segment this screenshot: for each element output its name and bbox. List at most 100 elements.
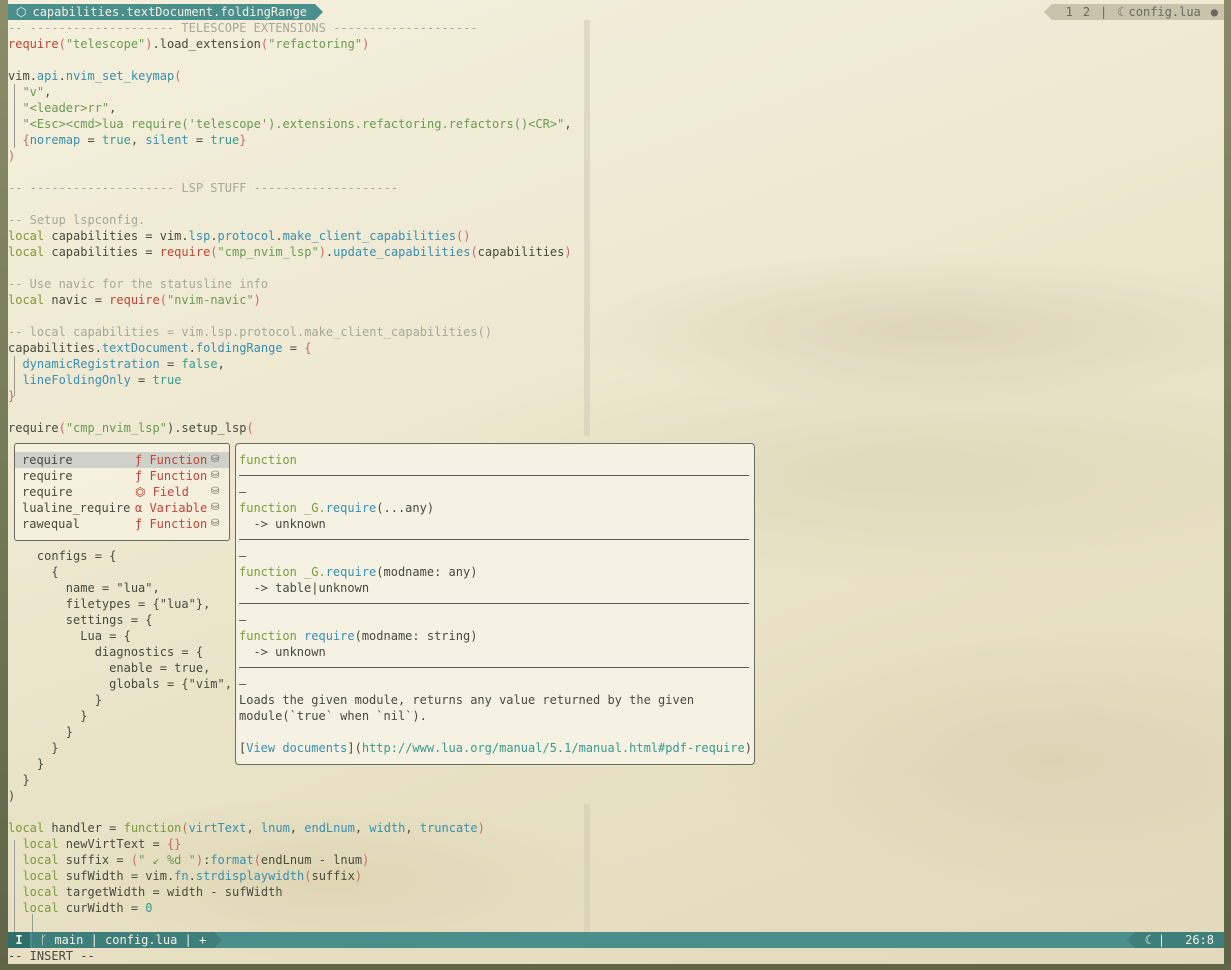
code-line[interactable]: local curWidth = 0 xyxy=(8,900,152,916)
database-icon: ⛁ xyxy=(211,518,220,529)
doc-separator xyxy=(239,539,749,540)
completion-kind: ƒ Function xyxy=(135,452,217,468)
code-token: , xyxy=(109,101,117,115)
code-line[interactable]: local sufWidth = vim.fn.strdisplaywidth(… xyxy=(8,868,362,884)
status-filename: config.lua xyxy=(105,933,178,947)
winbar: ⬡ capabilities.textDocument.foldingRange… xyxy=(8,4,1224,20)
completion-item[interactable]: require ƒ Function ⛁ xyxy=(15,468,229,484)
winbar-separator: | xyxy=(1100,5,1108,19)
code-token: local xyxy=(22,837,59,851)
code-line[interactable]: } xyxy=(8,708,87,724)
code-line[interactable]: local suffix = (" ↙ %d "):format(endLnum… xyxy=(8,852,369,868)
code-line[interactable]: -- -------------------- TELESCOPE EXTENS… xyxy=(8,20,478,36)
tab-2[interactable]: 2 xyxy=(1083,4,1090,20)
code-token: "telescope" xyxy=(65,37,146,51)
statusline: I ᚴ main | config.lua | + ☾ | 26:8 xyxy=(8,932,1224,948)
code-line[interactable]: local newVirtText = {} xyxy=(8,836,181,852)
code-line[interactable]: local handler = function(virtText, lnum,… xyxy=(8,820,485,836)
code-line[interactable]: local capabilities = require("cmp_nvim_l… xyxy=(8,244,572,260)
code-token: lsp xyxy=(188,229,211,243)
code-line[interactable]: capabilities.textDocument.foldingRange =… xyxy=(8,340,311,356)
code-token: -- Setup lspconfig. xyxy=(8,213,146,227)
code-token: fn xyxy=(174,869,189,883)
tab-1[interactable]: 1 xyxy=(1066,4,1073,20)
code-token: ) xyxy=(362,37,370,51)
code-line[interactable]: -- local capabilities = vim.lsp.protocol… xyxy=(8,324,492,340)
code-token: dynamicRegistration xyxy=(22,357,160,371)
code-line[interactable]: -- -------------------- LSP STUFF ------… xyxy=(8,180,398,196)
code-line[interactable]: lineFoldingOnly = true xyxy=(8,372,181,388)
code-token: local xyxy=(22,869,59,883)
code-token: -- -------------------- TELESCOPE EXTENS… xyxy=(8,21,478,35)
code-token: . xyxy=(210,229,218,243)
code-token: , xyxy=(44,85,52,99)
code-line[interactable]: } xyxy=(8,740,59,756)
completion-item[interactable]: rawequal ƒ Function ⛁ xyxy=(15,516,229,532)
code-line[interactable]: diagnostics = { xyxy=(8,644,203,660)
completion-item[interactable]: require ⏣ Field ⛁ xyxy=(15,484,229,500)
code-line[interactable]: {noremap = true, silent = true} xyxy=(8,132,246,148)
code-token: capabilities = xyxy=(44,245,160,259)
code-line[interactable]: } xyxy=(8,772,29,788)
status-separator: | xyxy=(184,933,192,947)
code-token: lineFoldingOnly xyxy=(22,373,131,387)
code-line[interactable]: { xyxy=(8,564,58,580)
code-line[interactable]: "v", xyxy=(8,84,51,100)
code-line[interactable]: } xyxy=(8,756,44,772)
code-line[interactable]: "<leader>rr", xyxy=(8,100,116,116)
code-token: strdisplaywidth xyxy=(195,869,305,883)
code-line[interactable]: configs = { xyxy=(8,548,116,564)
completion-item[interactable]: lualine_require α Variable ⛁ xyxy=(15,500,229,516)
code-token: format xyxy=(210,853,254,867)
code-line[interactable]: name = "lua", xyxy=(8,580,160,596)
code-token: Lua = { xyxy=(8,629,131,643)
code-line[interactable]: local targetWidth = width - sufWidth xyxy=(8,884,282,900)
kind-label: Function xyxy=(149,453,208,467)
code-token: , xyxy=(564,117,572,131)
code-token: , xyxy=(130,133,146,147)
code-line[interactable]: enable = true, xyxy=(8,660,210,676)
code-line[interactable]: local capabilities = vim.lsp.protocol.ma… xyxy=(8,228,470,244)
doc-separator xyxy=(239,603,749,604)
code-line[interactable]: require("cmp_nvim_lsp").setup_lsp( xyxy=(8,420,254,436)
doc-separator xyxy=(239,667,749,668)
code-line[interactable]: globals = {"vim", xyxy=(8,676,232,692)
completion-word: require xyxy=(22,469,73,483)
code-token: require xyxy=(109,293,160,307)
winbar-filename[interactable]: config.lua xyxy=(1129,4,1201,20)
code-line[interactable]: vim.api.nvim_set_keymap( xyxy=(8,68,181,84)
code-line[interactable]: filetypes = {"lua"}, xyxy=(8,596,211,612)
completion-kind: ƒ Function xyxy=(135,468,217,484)
code-line[interactable]: } xyxy=(8,388,15,404)
code-line[interactable]: local navic = require("nvim-navic") xyxy=(8,292,261,308)
code-line[interactable]: } xyxy=(8,724,73,740)
completion-item[interactable]: require ƒ Function ⛁ xyxy=(15,452,229,468)
code-token: capabilities = vim. xyxy=(44,229,189,243)
code-token: name = "lua", xyxy=(8,581,160,595)
code-token: api xyxy=(36,69,59,83)
code-line[interactable]: } xyxy=(8,692,102,708)
completion-menu[interactable]: require ƒ Function ⛁ require ƒ Function ⛁ requ… xyxy=(14,443,230,541)
doc-link[interactable]: [View documents](http://www.lua.org/manu… xyxy=(239,740,752,756)
navic-breadcrumb[interactable]: ⬡ capabilities.textDocument.foldingRange xyxy=(8,4,324,20)
mode-indicator: I xyxy=(8,932,30,948)
code-line[interactable]: settings = { xyxy=(8,612,153,628)
code-token: width xyxy=(369,821,406,835)
code-token: lnum xyxy=(260,821,290,835)
code-line[interactable]: Lua = { xyxy=(8,628,131,644)
code-line[interactable]: -- Setup lspconfig. xyxy=(8,212,145,228)
code-token: = xyxy=(130,373,153,387)
code-line[interactable]: "<Esc><cmd>lua require('telescope').exte… xyxy=(8,116,572,132)
code-token: ) xyxy=(145,37,153,51)
code-token: "cmp_nvim_lsp" xyxy=(217,245,319,259)
lua-icon: ☾ xyxy=(1144,933,1152,947)
code-line[interactable]: require("telescope").load_extension("ref… xyxy=(8,36,369,52)
status-separator: | xyxy=(90,933,98,947)
code-line[interactable]: ) xyxy=(8,148,15,164)
code-line[interactable]: ) xyxy=(8,788,15,804)
code-line[interactable]: -- Use navic for the statusline info xyxy=(8,276,268,292)
code-line[interactable]: dynamicRegistration = false, xyxy=(8,356,224,372)
code-token: } xyxy=(8,741,59,755)
code-token: local xyxy=(22,901,59,915)
